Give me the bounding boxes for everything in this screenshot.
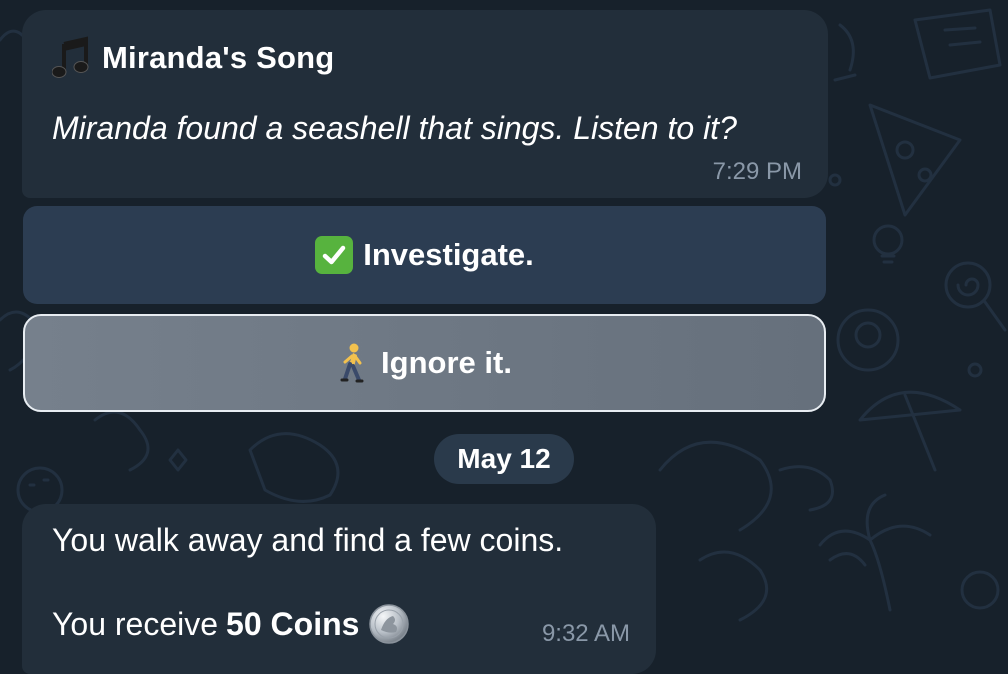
message-timestamp: 7:29 PM — [712, 158, 802, 185]
message-result-text: You walk away and find a few coins. — [52, 522, 564, 558]
person-walking-icon — [337, 343, 367, 383]
message-title-row: Miranda's Song — [51, 36, 335, 80]
musical-notes-icon — [51, 36, 92, 80]
reward-amount: 50 Coins — [226, 605, 360, 642]
message-bubble-result: You walk away and find a few coins. You … — [22, 504, 656, 674]
message-reward-line: You receive 50 Coins — [52, 604, 410, 644]
date-separator: May 12 — [434, 434, 574, 484]
investigate-button-label: Investigate. — [363, 237, 534, 272]
message-timestamp: 9:32 AM — [541, 620, 630, 647]
ignore-button-label: Ignore it. — [381, 345, 512, 380]
message-body: Miranda found a seashell that sings. Lis… — [52, 110, 737, 146]
coin-icon — [369, 604, 410, 644]
message-bubble-story: Miranda's Song Miranda found a seashell … — [22, 10, 828, 198]
message-title: Miranda's Song — [102, 40, 335, 75]
investigate-button[interactable]: Investigate. — [23, 206, 826, 304]
check-mark-icon — [315, 236, 354, 274]
ignore-button[interactable]: Ignore it. — [23, 314, 826, 412]
reward-prefix: You receive — [52, 605, 219, 642]
